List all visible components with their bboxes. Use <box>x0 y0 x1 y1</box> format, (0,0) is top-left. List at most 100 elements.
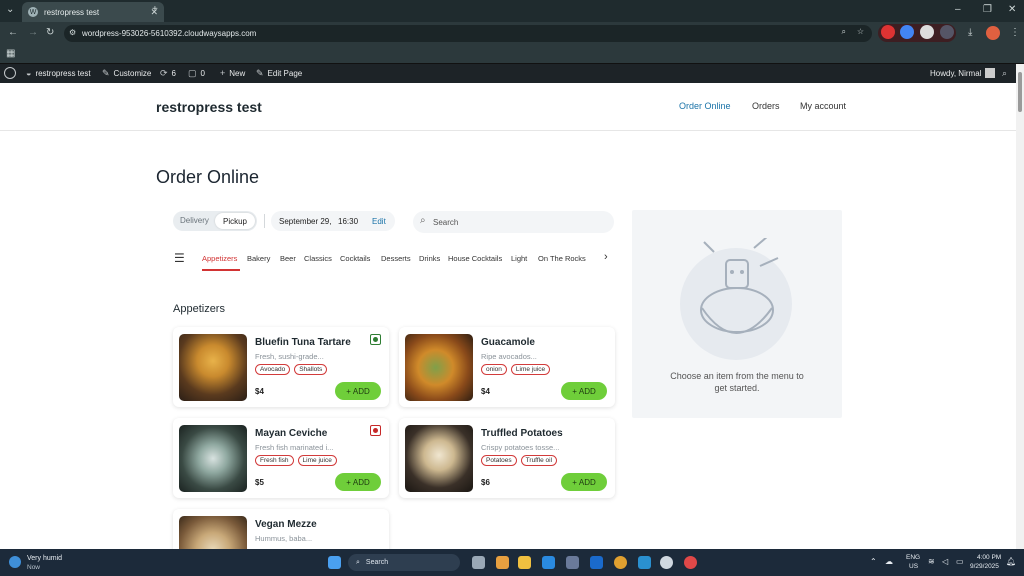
edit-link[interactable]: Edit <box>372 217 386 226</box>
active-category-underline <box>202 269 240 271</box>
profile-avatar[interactable] <box>986 26 1000 40</box>
item-tags: Potatoes Truffle oil <box>481 455 558 466</box>
add-to-cart-button[interactable]: + ADD <box>335 382 381 400</box>
notification-bell-icon[interactable]: 🔔︎ <box>1006 557 1016 566</box>
menu-item-card[interactable]: Vegan Mezze Hummus, baba... <box>173 509 389 549</box>
site-info-icon[interactable]: ⚙ <box>69 28 76 37</box>
back-icon[interactable]: ← <box>8 27 18 38</box>
chrome-icon[interactable] <box>614 556 627 569</box>
nav-order-online[interactable]: Order Online <box>679 101 731 111</box>
pencil-icon: ✎ <box>256 68 264 78</box>
wifi-icon[interactable]: ≋ <box>928 557 935 566</box>
outlook-icon[interactable] <box>590 556 603 569</box>
search-icon: ⌕ <box>420 215 426 226</box>
wp-logo-icon[interactable] <box>4 67 16 79</box>
cloud-icon[interactable]: ☁ <box>885 557 893 566</box>
file-explorer-icon[interactable] <box>518 556 531 569</box>
category-cocktails[interactable]: Cocktails <box>340 254 370 263</box>
windows-start-icon[interactable] <box>328 556 341 569</box>
updates-icon: ⟳ <box>160 68 168 78</box>
task-view-icon[interactable] <box>472 556 485 569</box>
category-beer[interactable]: Beer <box>280 254 296 263</box>
app-icon[interactable] <box>660 556 673 569</box>
weather-sub: Now <box>27 564 41 571</box>
category-classics[interactable]: Classics <box>304 254 332 263</box>
wp-site-link[interactable]: ◒ restropress test <box>26 68 91 78</box>
category-menu-icon[interactable]: ☰ <box>174 251 185 265</box>
chrome-profile-icon[interactable] <box>684 556 697 569</box>
new-tab-icon[interactable]: + <box>152 4 158 15</box>
add-to-cart-button[interactable]: + ADD <box>561 473 607 491</box>
category-appetizers[interactable]: Appetizers <box>202 254 237 263</box>
tab-title: restropress test <box>44 7 100 17</box>
store-icon[interactable] <box>566 556 579 569</box>
category-on-the-rocks[interactable]: On The Rocks <box>538 254 586 263</box>
category-house-cocktails[interactable]: House Cocktails <box>448 254 502 263</box>
category-bakery[interactable]: Bakery <box>247 254 270 263</box>
tab-list-icon[interactable]: ⌄ <box>6 4 14 15</box>
wp-updates-link[interactable]: ⟳ 6 <box>160 68 176 79</box>
wp-admin-bar: ◒ restropress test ✎ Customize ⟳ 6 ▢ 0 + New … <box>0 64 1016 83</box>
weather-icon[interactable] <box>9 556 21 568</box>
maximize-icon[interactable]: ❐ <box>983 4 992 15</box>
wp-new-link[interactable]: + New <box>220 68 245 78</box>
food-image <box>405 334 473 401</box>
menu-dots-icon[interactable]: ⋮ <box>1010 27 1020 38</box>
extension-icon[interactable] <box>881 25 895 39</box>
battery-icon[interactable]: ▭ <box>956 557 964 566</box>
extension-icon[interactable] <box>920 25 934 39</box>
site-header: restropress test Order Online Orders My … <box>0 83 1016 131</box>
item-price: $6 <box>481 478 490 487</box>
volume-icon[interactable]: ◁ <box>942 557 948 566</box>
pickup-option[interactable]: Pickup <box>215 213 255 229</box>
language-code[interactable]: ENG <box>906 554 920 561</box>
extension-icon[interactable] <box>900 25 914 39</box>
menu-item-card[interactable]: Bluefin Tuna Tartare Fresh, sushi-grade.… <box>173 327 389 407</box>
extensions-puzzle-icon[interactable] <box>940 25 954 39</box>
wp-comments-link[interactable]: ▢ 0 <box>188 68 205 79</box>
forward-icon[interactable]: → <box>28 27 38 38</box>
menu-item-card[interactable]: Truffled Potatoes Crispy potatoes tosse.… <box>399 418 615 498</box>
menu-item-card[interactable]: Mayan Ceviche Fresh fish marinated i... … <box>173 418 389 498</box>
menu-search-input[interactable]: ⌕ Search <box>413 211 614 233</box>
food-image <box>179 334 247 401</box>
app-icon[interactable] <box>638 556 651 569</box>
nav-my-account[interactable]: My account <box>800 101 846 111</box>
minimize-icon[interactable]: – <box>955 4 961 15</box>
category-next-icon[interactable]: › <box>604 251 608 263</box>
zoom-icon[interactable]: ⌕ <box>842 27 846 37</box>
page-scrollbar[interactable] <box>1016 64 1024 549</box>
browser-tab[interactable]: W restropress test ✕ <box>22 2 164 22</box>
reload-icon[interactable]: ↻ <box>46 27 54 38</box>
edge-icon[interactable] <box>542 556 555 569</box>
section-title: Appetizers <box>173 303 225 315</box>
weather-title[interactable]: Very humid <box>27 555 62 562</box>
delivery-option[interactable]: Delivery <box>180 216 209 225</box>
apps-grid-icon[interactable]: ▦ <box>6 48 15 59</box>
copilot-icon[interactable] <box>496 556 509 569</box>
clock-time[interactable]: 4:00 PM <box>977 554 1001 561</box>
category-desserts[interactable]: Desserts <box>381 254 411 263</box>
bookmark-star-icon[interactable]: ☆ <box>857 27 864 36</box>
search-icon: ⌕ <box>356 558 360 566</box>
url-input[interactable]: ⚙ wordpress-953026-5610392.cloudwaysapps… <box>64 25 872 42</box>
site-title[interactable]: restropress test <box>156 99 262 115</box>
chevron-up-icon[interactable]: ⌃ <box>870 557 877 566</box>
category-drinks[interactable]: Drinks <box>419 254 440 263</box>
add-to-cart-button[interactable]: + ADD <box>335 473 381 491</box>
wp-search-icon[interactable]: ⌕ <box>1002 68 1007 79</box>
wp-customize-link[interactable]: ✎ Customize <box>102 68 151 79</box>
wp-edit-page-link[interactable]: ✎ Edit Page <box>256 68 302 79</box>
menu-item-card[interactable]: Guacamole Ripe avocados... onion Lime ju… <box>399 327 615 407</box>
wp-account-link[interactable]: Howdy, Nirmal <box>930 68 996 78</box>
nav-orders[interactable]: Orders <box>752 101 780 111</box>
close-window-icon[interactable]: ✕ <box>1008 4 1016 15</box>
add-to-cart-button[interactable]: + ADD <box>561 382 607 400</box>
category-light[interactable]: Light <box>511 254 527 263</box>
veg-indicator-icon <box>370 334 381 345</box>
taskbar-search[interactable]: ⌕ Search <box>348 554 460 571</box>
download-icon[interactable]: ⤓ <box>968 27 972 38</box>
divider <box>264 214 265 228</box>
scrollbar-thumb[interactable] <box>1018 72 1022 112</box>
service-date: September 29, <box>279 217 332 226</box>
